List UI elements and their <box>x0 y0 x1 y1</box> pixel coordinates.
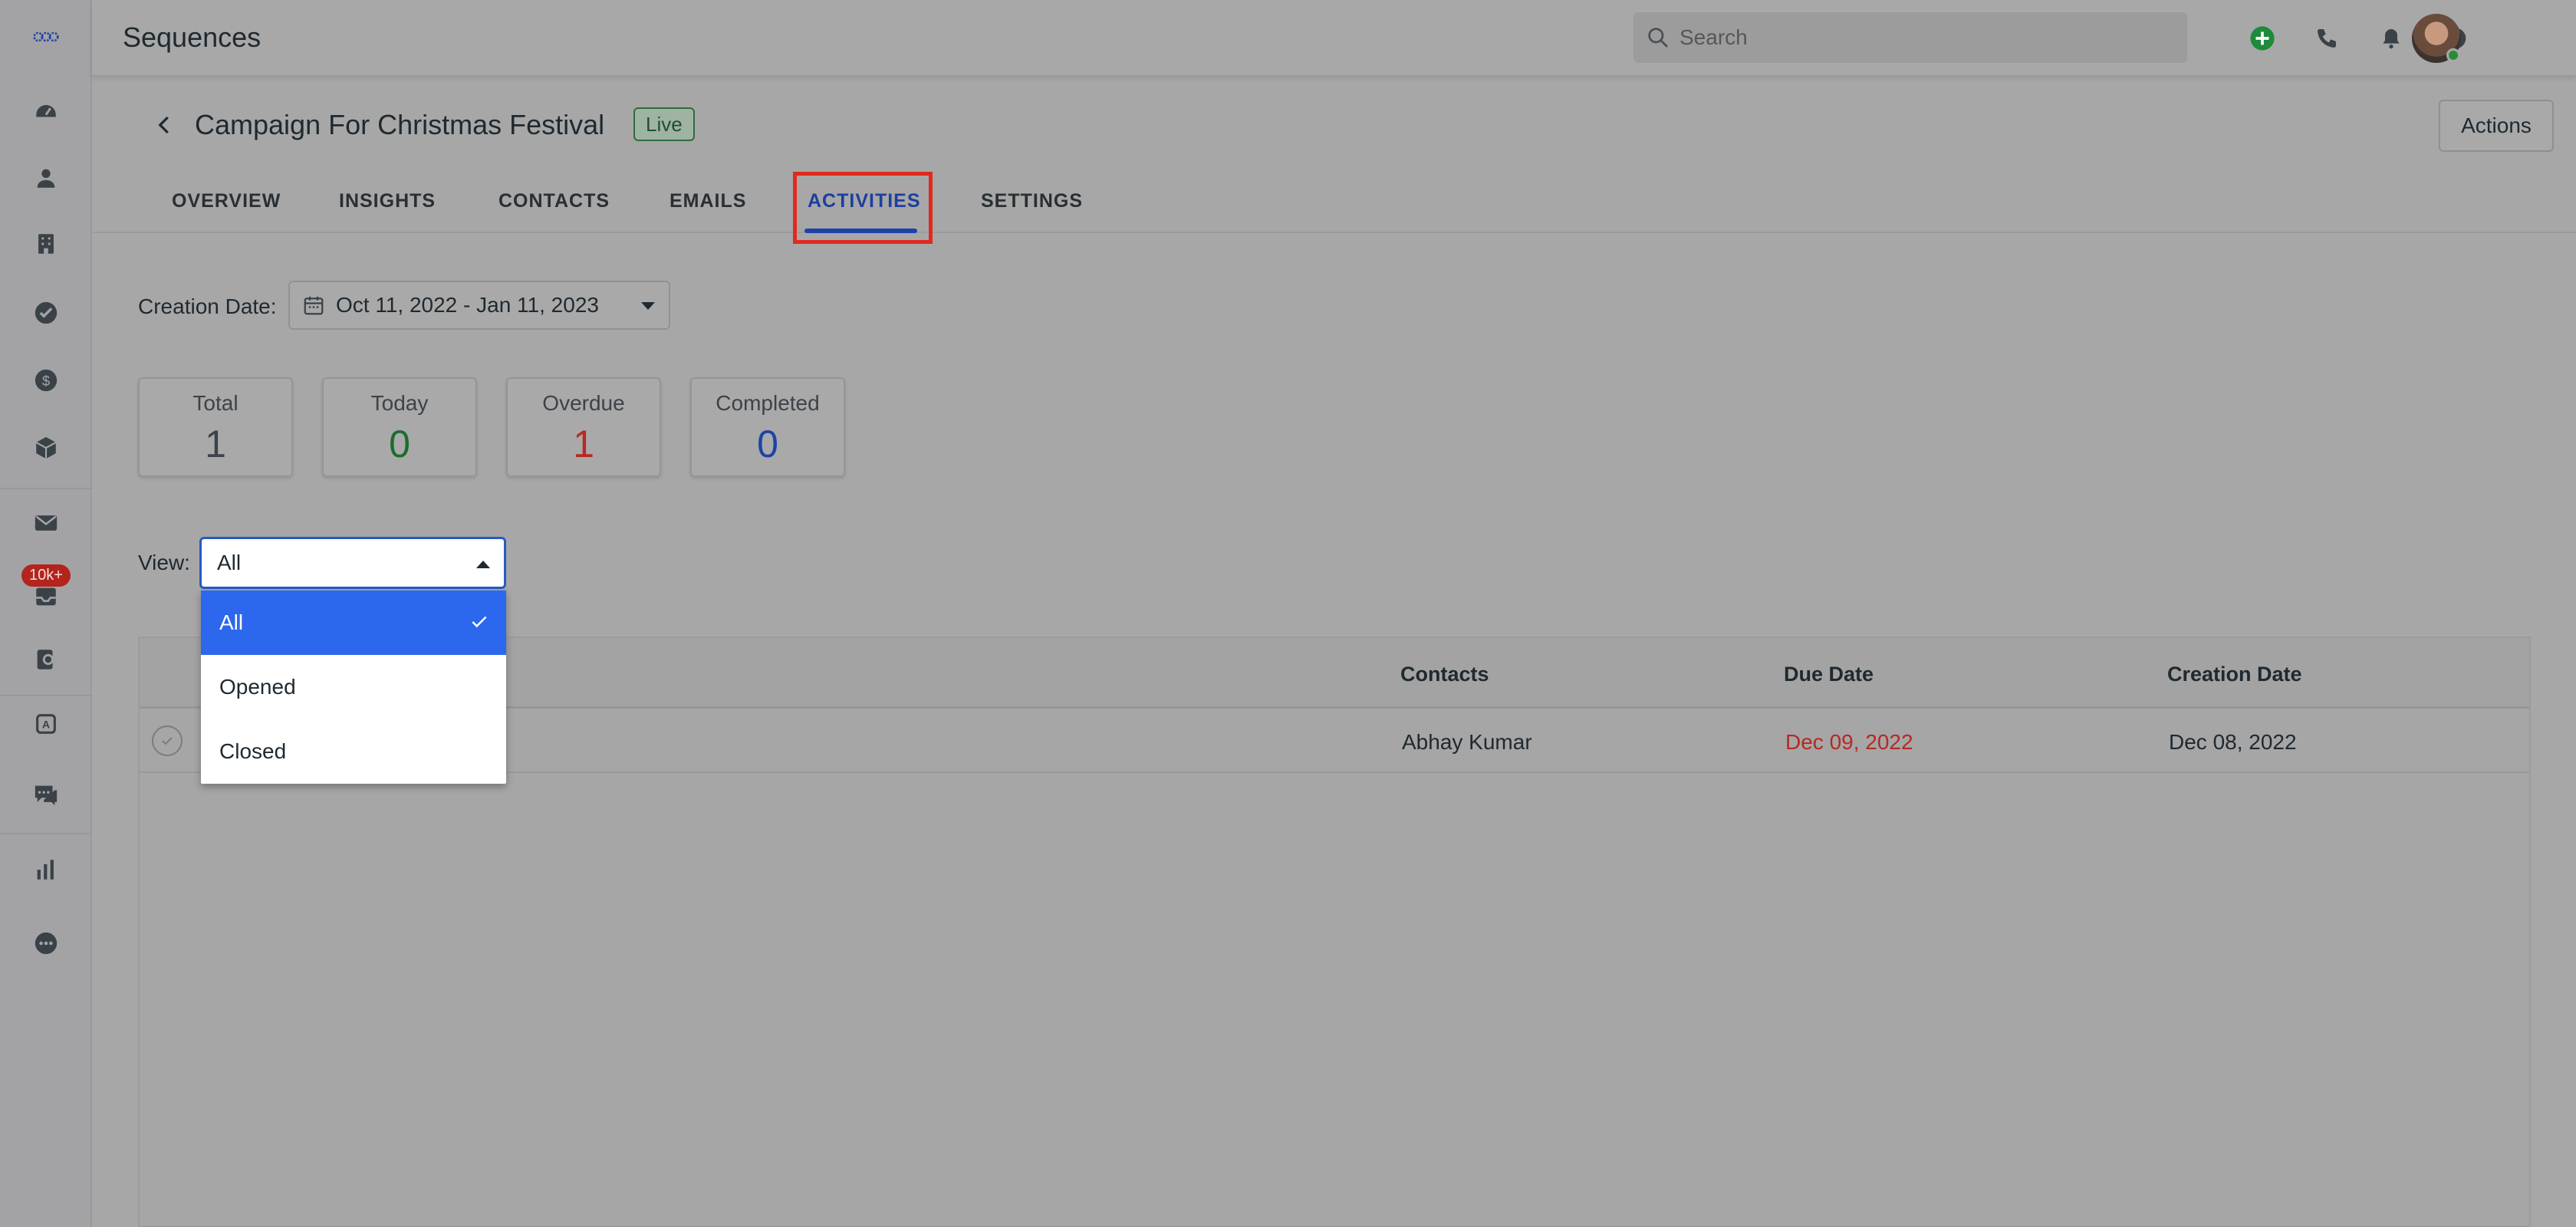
svg-text:A: A <box>42 719 50 732</box>
tab-contacts[interactable]: CONTACTS <box>498 190 610 212</box>
reports-chart-icon[interactable] <box>31 854 61 885</box>
stat-value: 1 <box>573 423 594 465</box>
back-arrow-icon[interactable] <box>153 113 176 137</box>
actions-button[interactable]: Actions <box>2439 100 2554 152</box>
page-title: Campaign For Christmas Festival <box>195 109 605 140</box>
chevron-up-icon <box>476 561 490 568</box>
row-contact[interactable]: Abhay Kumar <box>1402 730 1532 755</box>
company-icon[interactable] <box>31 229 61 259</box>
highlight-box <box>793 172 933 244</box>
view-selected-value: All <box>217 551 242 574</box>
complete-check-icon[interactable] <box>152 725 183 756</box>
sequences-icon[interactable] <box>31 644 61 675</box>
option-label: Opened <box>219 675 296 699</box>
stat-value: 0 <box>389 423 410 465</box>
stat-card-overdue: Overdue 1 <box>506 377 661 477</box>
view-option-all[interactable]: All <box>201 590 506 655</box>
status-badge: Live <box>633 107 695 141</box>
tab-overview[interactable]: OVERVIEW <box>172 190 281 212</box>
chat-icon[interactable] <box>31 779 61 810</box>
sidebar-divider <box>0 488 92 489</box>
inbox-count-badge: 10k+ <box>21 564 71 587</box>
calendar-icon <box>304 296 324 315</box>
view-dropdown-menu: All Opened Closed <box>201 590 506 784</box>
sidebar: $ 10k+ A <box>0 0 92 1227</box>
creation-date-label: Creation Date: <box>138 294 277 318</box>
stat-value: 1 <box>205 423 226 465</box>
stat-label: Total <box>192 391 239 415</box>
contacts-icon[interactable] <box>31 163 61 193</box>
app-title: Sequences <box>123 21 262 53</box>
view-option-closed[interactable]: Closed <box>201 719 506 784</box>
sidebar-divider <box>0 695 92 696</box>
products-box-icon[interactable] <box>31 433 61 463</box>
svg-text:$: $ <box>42 373 50 389</box>
add-plus-icon[interactable] <box>2247 23 2278 54</box>
task-check-icon[interactable] <box>31 298 61 328</box>
stat-card-today: Today 0 <box>322 377 477 477</box>
view-select[interactable]: All <box>199 537 506 589</box>
logo-icon[interactable] <box>31 21 61 52</box>
tab-settings[interactable]: SETTINGS <box>981 190 1083 212</box>
bell-icon[interactable] <box>2376 23 2407 54</box>
row-creation-date: Dec 08, 2022 <box>2169 730 2297 754</box>
view-label: View: <box>138 551 190 574</box>
stat-card-completed: Completed 0 <box>690 377 845 477</box>
tab-insights[interactable]: INSIGHTS <box>339 190 436 212</box>
stat-label: Completed <box>716 391 820 415</box>
sidebar-divider <box>0 833 92 834</box>
check-icon <box>472 616 487 628</box>
search-box[interactable] <box>1633 12 2187 63</box>
stat-value: 0 <box>757 423 778 465</box>
stat-label: Today <box>370 391 429 415</box>
search-icon <box>1648 28 1668 48</box>
column-header-contacts[interactable]: Contacts <box>1400 663 1489 686</box>
top-bar: Sequences ? <box>92 0 2576 77</box>
tab-emails[interactable]: EMAILS <box>669 190 746 212</box>
automation-icon[interactable]: A <box>31 709 61 739</box>
option-label: All <box>219 610 244 634</box>
online-status-dot <box>2446 48 2460 62</box>
mail-icon[interactable] <box>31 508 61 538</box>
tab-bar: OVERVIEW INSIGHTS CONTACTS EMAILS ACTIVI… <box>92 176 2576 233</box>
search-input[interactable] <box>1679 25 2140 50</box>
more-icon[interactable] <box>31 928 61 959</box>
option-label: Closed <box>219 739 287 763</box>
deals-dollar-icon[interactable]: $ <box>31 365 61 396</box>
column-header-creation-date[interactable]: Creation Date <box>2167 663 2302 686</box>
column-header-due-date[interactable]: Due Date <box>1784 663 1874 686</box>
stat-label: Overdue <box>542 391 625 415</box>
date-range-value: Oct 11, 2022 - Jan 11, 2023 <box>336 293 599 317</box>
row-due-date: Dec 09, 2022 <box>1785 730 1913 754</box>
date-range-picker[interactable]: Oct 11, 2022 - Jan 11, 2023 <box>288 281 670 330</box>
dashboard-icon[interactable] <box>31 95 61 126</box>
stat-card-total: Total 1 <box>138 377 293 477</box>
chevron-down-icon <box>641 302 655 310</box>
phone-icon[interactable] <box>2311 23 2342 54</box>
view-option-opened[interactable]: Opened <box>201 655 506 719</box>
